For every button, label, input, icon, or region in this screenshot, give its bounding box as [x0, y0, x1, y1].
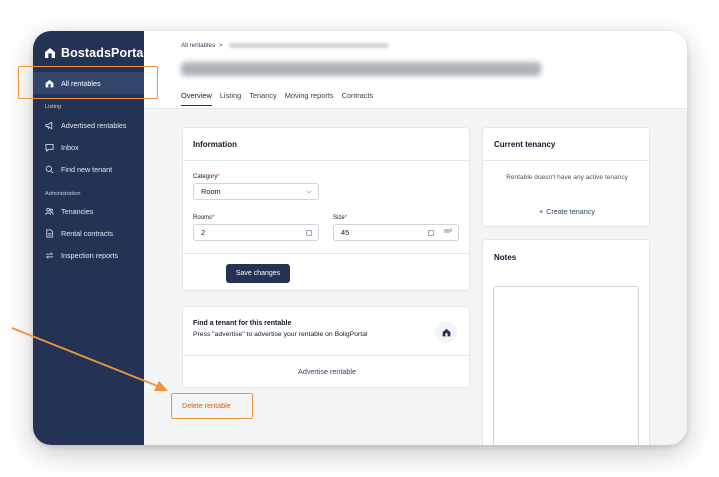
highlight-all-rentables	[18, 66, 158, 99]
create-tenancy-label: Create tenancy	[546, 207, 595, 216]
notes-textarea[interactable]	[493, 286, 639, 445]
rooms-stepper[interactable]	[306, 230, 312, 236]
category-label-text: Category	[193, 174, 218, 180]
size-input[interactable]: 45 m²	[333, 224, 459, 241]
information-title: Information	[193, 140, 237, 149]
find-tenant-description: Press "advertise" to advertise your rent…	[193, 331, 368, 338]
sidebar-item-label: Inspection reports	[61, 250, 119, 260]
tab-overview[interactable]: Overview	[181, 91, 212, 106]
breadcrumb: All rentables >	[181, 42, 389, 49]
advertise-rentable-link[interactable]: Advertise rentable	[183, 367, 471, 376]
size-unit: m²	[444, 228, 452, 235]
divider	[183, 253, 471, 254]
megaphone-icon	[45, 121, 53, 129]
sidebar-item-label: Advertised rentables	[61, 120, 127, 130]
save-changes-button[interactable]: Save changes	[226, 264, 290, 283]
sidebar-item-tenancies[interactable]: Tenancies	[33, 200, 144, 222]
find-tenant-card: Find a tenant for this rentable Press "a…	[182, 306, 471, 388]
page-header: All rentables > Overview Listing Tenancy…	[144, 31, 687, 109]
sidebar-item-label: Find new tenant	[61, 164, 113, 174]
home-badge	[435, 321, 457, 343]
sidebar-item-label: Inbox	[61, 142, 79, 152]
search-icon	[45, 165, 54, 173]
category-label: Category*	[193, 174, 220, 180]
size-stepper[interactable]	[428, 230, 434, 236]
home-logo-icon	[45, 48, 55, 58]
breadcrumb-separator: >	[219, 42, 223, 49]
users-icon	[45, 207, 54, 215]
sidebar-item-rental-contracts[interactable]: Rental contracts	[33, 222, 144, 244]
home-icon	[442, 328, 450, 336]
sidebar-item-find-new-tenant[interactable]: Find new tenant	[33, 158, 144, 180]
rooms-label: Rooms*	[193, 215, 214, 221]
chevron-down-icon	[306, 190, 312, 194]
divider	[483, 160, 651, 161]
required-mark: *	[217, 174, 220, 180]
no-tenancy-text: Rentable doesn't have any active tenancy	[506, 174, 628, 181]
notes-card: Notes	[482, 239, 650, 445]
divider	[183, 355, 471, 356]
brand-name: BostadsPortal	[61, 46, 148, 60]
category-select[interactable]: Room	[193, 183, 319, 200]
page-title-redacted	[181, 62, 541, 76]
required-mark: *	[344, 215, 348, 221]
main-content: All rentables > Overview Listing Tenancy…	[144, 31, 687, 445]
sidebar-item-label: Rental contracts	[61, 228, 113, 238]
category-value: Room	[201, 187, 221, 196]
section-label-listing: Listing	[45, 104, 62, 110]
swap-icon	[45, 251, 54, 259]
plus-icon: +	[539, 207, 544, 216]
current-tenancy-title: Current tenancy	[494, 140, 556, 149]
create-tenancy-button[interactable]: + Create tenancy	[483, 207, 651, 216]
tab-contracts[interactable]: Contracts	[342, 91, 374, 106]
size-label: Size*	[333, 215, 347, 221]
rooms-label-text: Rooms	[193, 215, 213, 221]
chat-icon	[45, 143, 54, 152]
tab-tenancy[interactable]: Tenancy	[249, 91, 277, 106]
tab-bar: Overview Listing Tenancy Moving reports …	[181, 91, 373, 106]
size-label-text: Size	[333, 215, 345, 221]
rooms-input[interactable]: 2	[193, 224, 319, 241]
brand-logo[interactable]: BostadsPortal	[44, 46, 147, 60]
sidebar-item-inspection-reports[interactable]: Inspection reports	[33, 244, 144, 266]
breadcrumb-current-redacted	[228, 43, 389, 48]
sidebar-item-advertised-rentables[interactable]: Advertised rentables	[33, 114, 144, 136]
delete-rentable-link[interactable]: Delete rentable	[182, 401, 231, 410]
rooms-value: 2	[201, 228, 206, 237]
tab-listing[interactable]: Listing	[220, 91, 241, 106]
document-icon	[46, 228, 54, 238]
sidebar-item-label: Tenancies	[61, 206, 94, 216]
find-tenant-title: Find a tenant for this rentable	[193, 320, 292, 327]
tab-moving-reports[interactable]: Moving reports	[285, 91, 334, 106]
divider	[183, 160, 471, 161]
current-tenancy-card: Current tenancy Rentable doesn't have an…	[482, 127, 651, 227]
section-label-administration: Administration	[45, 191, 81, 197]
size-value: 45	[341, 228, 350, 237]
notes-title: Notes	[494, 253, 517, 262]
sidebar-item-inbox[interactable]: Inbox	[33, 136, 144, 158]
required-mark: *	[212, 215, 215, 221]
breadcrumb-all-rentables[interactable]: All rentables	[181, 42, 215, 49]
